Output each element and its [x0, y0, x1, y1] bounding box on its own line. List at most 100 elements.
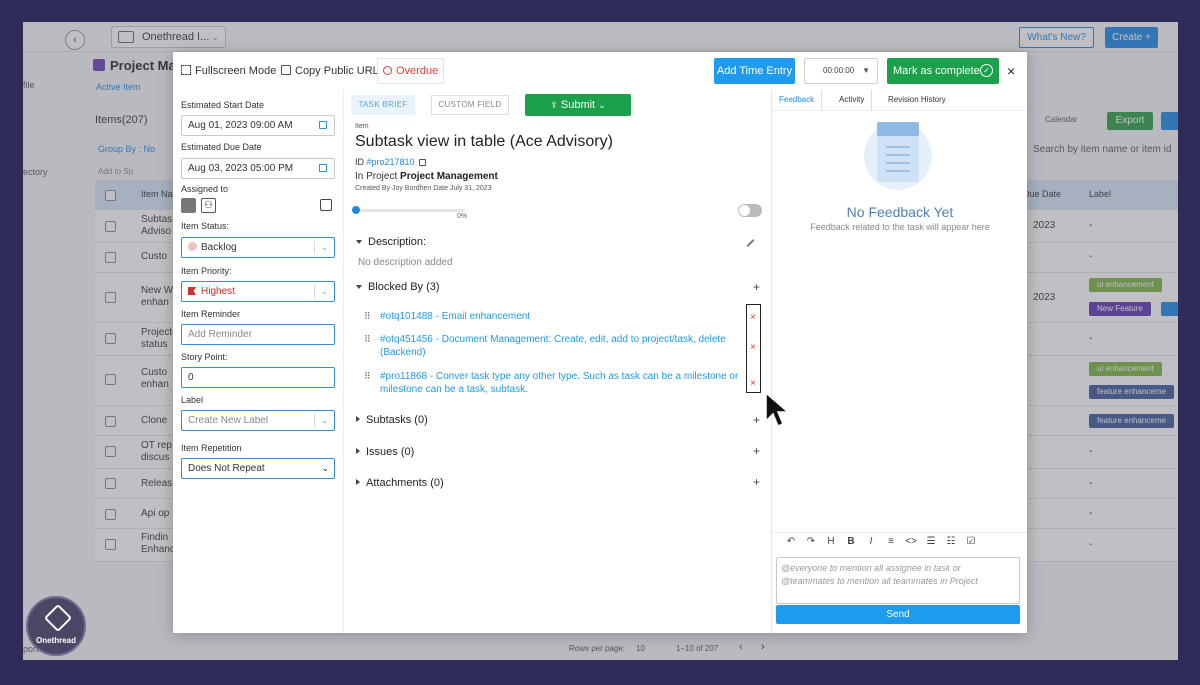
next-page-button[interactable]: ›: [761, 641, 765, 653]
column-due-date[interactable]: Due Date: [1023, 189, 1061, 199]
remove-blocked-icon[interactable]: ×: [750, 378, 756, 389]
close-icon[interactable]: ×: [1007, 62, 1015, 80]
progress-slider[interactable]: [352, 206, 465, 214]
column-label[interactable]: Label: [1089, 189, 1111, 199]
row-checkbox[interactable]: [105, 374, 116, 385]
edit-assignee-icon[interactable]: [320, 199, 332, 211]
column-item-name[interactable]: Item Na: [141, 189, 173, 199]
item-title[interactable]: Subtask view in table (Ace Advisory): [355, 133, 613, 151]
checklist-icon[interactable]: ☑: [961, 536, 981, 547]
drag-handle-icon[interactable]: ⠿: [364, 333, 372, 346]
sidebar-file-label[interactable]: file: [23, 80, 35, 90]
heading-icon[interactable]: H: [821, 536, 841, 547]
feedback-panel: Feedback Activity Revision History No Fe…: [771, 90, 1027, 633]
tab-custom-field[interactable]: CUSTOM FIELD: [431, 95, 509, 115]
rows-per-page-select[interactable]: 10: [636, 644, 645, 653]
issues-section-header[interactable]: Issues (0): [356, 446, 414, 458]
progress-knob[interactable]: [352, 206, 360, 214]
active-item-tab[interactable]: Active Item: [96, 82, 141, 92]
reminder-input[interactable]: Add Reminder: [181, 324, 335, 345]
remove-blocked-icon[interactable]: ×: [750, 312, 756, 323]
row-checkbox[interactable]: [105, 539, 116, 550]
row-checkbox[interactable]: [105, 478, 116, 489]
tab-activity[interactable]: Activity: [832, 90, 873, 110]
submit-button[interactable]: ⇪ Submit ⌄: [525, 94, 631, 116]
drag-handle-icon[interactable]: ⠿: [364, 370, 372, 383]
whats-new-button[interactable]: What's New?: [1019, 27, 1094, 48]
undo-icon[interactable]: ↶: [781, 536, 801, 547]
bold-icon[interactable]: B: [841, 536, 861, 547]
attachments-section-header[interactable]: Attachments (0): [356, 477, 444, 489]
row-checkbox[interactable]: [105, 509, 116, 520]
copy-id-icon[interactable]: [418, 159, 426, 166]
tab-revision-history[interactable]: Revision History: [881, 90, 953, 110]
row-checkbox[interactable]: [105, 221, 116, 232]
tab-task-brief[interactable]: TASK BRIEF: [351, 95, 415, 115]
row-name[interactable]: Clone: [141, 415, 167, 427]
item-status-select[interactable]: Backlog ⌄: [181, 237, 335, 258]
toggle-switch[interactable]: [738, 204, 762, 217]
timer-dropdown[interactable]: 00:00:00 ▼: [804, 58, 878, 84]
numbered-list-icon[interactable]: ☷: [941, 536, 961, 547]
back-button[interactable]: ‹: [65, 30, 85, 50]
add-assignee-icon[interactable]: ⚇: [201, 198, 216, 213]
bullet-list-icon[interactable]: ☰: [921, 536, 941, 547]
row-checkbox[interactable]: [105, 252, 116, 263]
row-checkbox[interactable]: [105, 333, 116, 344]
row-name[interactable]: Findin Enhanc: [141, 532, 175, 556]
workspace-selector[interactable]: Onethread I... ⌄: [111, 26, 226, 48]
add-subtask-icon[interactable]: +: [753, 413, 760, 427]
create-button[interactable]: Create +: [1105, 27, 1158, 48]
row-name[interactable]: Releas: [141, 478, 172, 490]
code-icon[interactable]: <>: [901, 536, 921, 547]
add-time-entry-button[interactable]: Add Time Entry: [714, 58, 795, 84]
blocked-by-section-header[interactable]: Blocked By (3): [356, 281, 440, 293]
edit-description-icon[interactable]: [746, 239, 755, 247]
row-checkbox[interactable]: [105, 292, 116, 303]
repetition-select[interactable]: Does Not Repeat ⌄: [181, 458, 335, 479]
row-name[interactable]: OT rep discus: [141, 440, 172, 464]
drag-handle-icon[interactable]: ⠿: [364, 310, 372, 323]
italic-icon[interactable]: I: [861, 536, 881, 547]
fullscreen-button[interactable]: Fullscreen Mode: [181, 62, 276, 80]
calendar-icon[interactable]: [319, 121, 327, 129]
row-name[interactable]: New W enhan: [141, 285, 173, 309]
remove-blocked-icon[interactable]: ×: [750, 342, 756, 353]
est-start-date-field[interactable]: Aug 01, 2023 09:00 AM: [181, 115, 335, 136]
add-blocked-by-icon[interactable]: +: [753, 280, 760, 294]
select-all-checkbox[interactable]: [105, 190, 116, 201]
comment-input[interactable]: @everyone to mention all assignee in tas…: [776, 557, 1020, 604]
est-due-date-field[interactable]: Aug 03, 2023 05:00 PM: [181, 158, 335, 179]
group-by-button[interactable]: Group By : No: [98, 144, 155, 154]
redo-icon[interactable]: ↷: [801, 536, 821, 547]
add-attachment-icon[interactable]: +: [753, 475, 760, 489]
row-checkbox[interactable]: [105, 416, 116, 427]
mark-complete-button[interactable]: Mark as complete ✓: [887, 58, 999, 84]
row-name[interactable]: Api op: [141, 508, 169, 520]
row-name[interactable]: Project status: [141, 327, 172, 351]
search-input[interactable]: Search by item name or item id: [1033, 144, 1171, 155]
row-name[interactable]: Custo: [141, 251, 167, 263]
check-circle-icon: ✓: [980, 64, 993, 77]
prev-page-button[interactable]: ‹: [739, 641, 743, 653]
label-select[interactable]: Create New Label ⌄: [181, 410, 335, 431]
row-name[interactable]: Subtas Adviso: [141, 214, 172, 238]
sidebar-directory-label[interactable]: ectory: [23, 167, 48, 177]
assignee-avatar[interactable]: [181, 198, 196, 213]
add-item-button[interactable]: [1161, 112, 1178, 130]
copy-public-url-button[interactable]: Copy Public URL: [281, 62, 379, 80]
add-to-sprint[interactable]: Add to Sp: [98, 167, 133, 176]
send-button[interactable]: Send: [776, 605, 1020, 624]
tab-feedback[interactable]: Feedback: [772, 90, 823, 110]
item-priority-select[interactable]: Highest ⌄: [181, 281, 335, 302]
calendar-icon[interactable]: [319, 164, 327, 172]
add-issue-icon[interactable]: +: [753, 444, 760, 458]
description-section-header[interactable]: Description:: [356, 236, 426, 248]
export-button[interactable]: Export: [1107, 112, 1153, 130]
story-point-input[interactable]: 0: [181, 367, 335, 388]
align-icon[interactable]: ≡: [881, 536, 901, 547]
calendar-view-button[interactable]: Calendar: [1045, 115, 1077, 124]
row-name[interactable]: Custo enhan: [141, 367, 169, 391]
subtasks-section-header[interactable]: Subtasks (0): [356, 414, 428, 426]
row-checkbox[interactable]: [105, 446, 116, 457]
